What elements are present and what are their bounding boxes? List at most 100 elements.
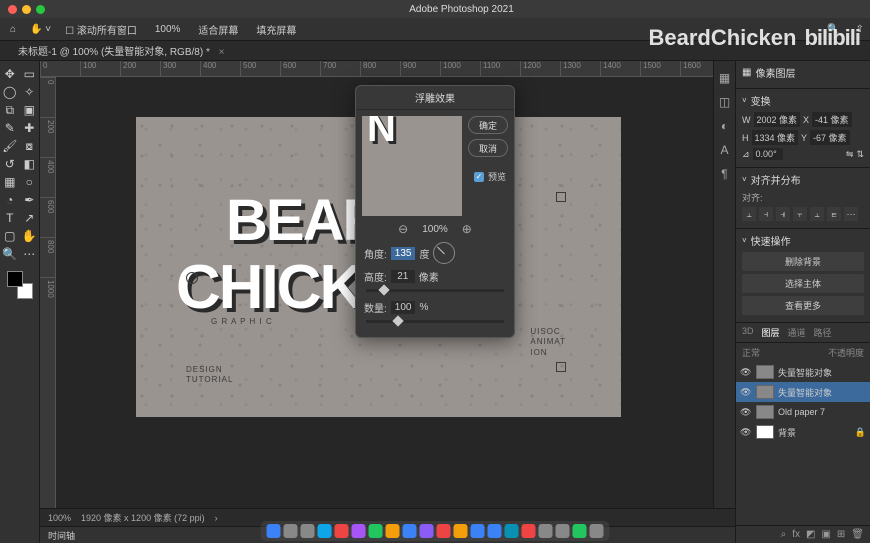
eraser-tool-icon[interactable]: ◧ [20, 155, 40, 173]
crop-tool-icon[interactable]: ⧉ [0, 101, 20, 119]
rotate-field[interactable]: 0.00° [753, 148, 783, 160]
zoom-in-icon[interactable]: ⊕ [462, 222, 472, 236]
dock-app-icon[interactable] [335, 524, 349, 538]
search-icon[interactable]: 🔍 [827, 24, 839, 35]
dock-app-icon[interactable] [420, 524, 434, 538]
shape-tool-icon[interactable]: ▢ [0, 227, 20, 245]
layer-mask-icon[interactable]: ◩ [806, 529, 815, 540]
collapse-icon[interactable]: ˅ [742, 96, 747, 105]
brush-tool-icon[interactable]: 🖌 [0, 137, 20, 155]
paragraph-panel-icon[interactable]: ¶ [721, 167, 727, 181]
fit-screen-button[interactable]: 适合屏幕 [194, 22, 242, 37]
collapse-icon[interactable]: ˅ [742, 236, 747, 245]
visibility-icon[interactable]: 👁 [740, 427, 752, 438]
align-vcenter-icon[interactable]: ⫠ [810, 207, 824, 221]
remove-bg-button[interactable]: 删除背景 [742, 252, 864, 271]
layer-fx-icon[interactable]: fx [792, 529, 800, 540]
preview-checkbox[interactable]: ✓ 预览 [474, 170, 506, 183]
dock-app-icon[interactable] [471, 524, 485, 538]
zoom-status[interactable]: 100% [48, 513, 71, 523]
document-tab[interactable]: 未标题-1 @ 100% (失量智能对象, RGB/8) * × [10, 43, 232, 58]
layer-tab[interactable]: 路径 [814, 326, 832, 339]
align-left-icon[interactable]: ⫠ [742, 207, 756, 221]
color-swatches[interactable] [5, 271, 35, 299]
amount-input[interactable]: 100 [391, 301, 416, 314]
ruler-vertical[interactable]: 02004006008001000 [40, 77, 56, 508]
align-right-icon[interactable]: ⫣ [776, 207, 790, 221]
dock-app-icon[interactable] [369, 524, 383, 538]
layer-tab[interactable]: 图层 [762, 326, 780, 339]
path-tool-icon[interactable]: ↗ [20, 209, 40, 227]
layer-row[interactable]: 👁失量智能对象 [736, 362, 870, 382]
angle-input[interactable]: 135 [391, 247, 416, 260]
layer-row[interactable]: 👁失量智能对象 [736, 382, 870, 402]
stamp-tool-icon[interactable]: ⧇ [20, 137, 40, 155]
cancel-button[interactable]: 取消 [468, 139, 508, 157]
dock-app-icon[interactable] [284, 524, 298, 538]
layer-row[interactable]: 👁背景🔒 [736, 422, 870, 442]
fill-screen-button[interactable]: 填充屏幕 [252, 22, 300, 37]
new-group-icon[interactable]: ▣ [821, 529, 830, 540]
delete-layer-icon[interactable]: 🗑 [851, 529, 864, 540]
scroll-all-checkbox[interactable]: ☐ 滚动所有窗口 [61, 22, 141, 37]
ruler-horizontal[interactable]: 0100200300400500600700800900100011001200… [40, 61, 735, 77]
dock-app-icon[interactable] [590, 524, 604, 538]
amount-slider[interactable] [366, 320, 504, 323]
swatches-panel-icon[interactable]: ◫ [719, 95, 730, 109]
visibility-icon[interactable]: 👁 [740, 387, 752, 398]
collapse-icon[interactable]: ˅ [742, 175, 747, 184]
status-more-icon[interactable]: › [215, 513, 218, 523]
dock-app-icon[interactable] [301, 524, 315, 538]
adjustments-panel-icon[interactable]: ◐ [721, 119, 728, 133]
visibility-icon[interactable]: 👁 [740, 407, 752, 418]
type-panel-icon[interactable]: A [720, 143, 728, 157]
color-panel-icon[interactable]: ▦ [719, 71, 730, 85]
blur-tool-icon[interactable]: ○ [20, 173, 40, 191]
dock-app-icon[interactable] [437, 524, 451, 538]
frame-tool-icon[interactable]: ▣ [20, 101, 40, 119]
dock-app-icon[interactable] [573, 524, 587, 538]
edit-toolbar-icon[interactable]: ⋯ [20, 245, 40, 263]
zoom-value[interactable]: 100% [151, 24, 185, 35]
dock-app-icon[interactable] [403, 524, 417, 538]
y-field[interactable]: -67 像素 [810, 130, 850, 145]
type-tool-icon[interactable]: T [0, 209, 20, 227]
align-bottom-icon[interactable]: ⫢ [827, 207, 841, 221]
dock-app-icon[interactable] [522, 524, 536, 538]
view-more-button[interactable]: 查看更多 [742, 296, 864, 315]
dock-app-icon[interactable] [267, 524, 281, 538]
move-tool-icon[interactable]: ✥ [0, 65, 20, 83]
height-input[interactable]: 21 [391, 270, 415, 283]
x-field[interactable]: -41 像素 [812, 112, 852, 127]
gradient-tool-icon[interactable]: ▦ [0, 173, 20, 191]
height-slider[interactable] [366, 289, 504, 292]
dock-app-icon[interactable] [386, 524, 400, 538]
eyedropper-tool-icon[interactable]: ✎ [0, 119, 20, 137]
select-subject-button[interactable]: 选择主体 [742, 274, 864, 293]
blend-mode-select[interactable]: 正常 [742, 346, 760, 359]
home-icon[interactable]: ⌂ [6, 22, 20, 36]
layer-tab[interactable]: 3D [742, 326, 754, 339]
hand-tool-icon[interactable]: ✋ ˅ [30, 24, 51, 35]
heal-tool-icon[interactable]: ✚ [20, 119, 40, 137]
align-top-icon[interactable]: ⫟ [793, 207, 807, 221]
align-hcenter-icon[interactable]: ⫞ [759, 207, 773, 221]
visibility-icon[interactable]: 👁 [740, 367, 752, 378]
angle-dial[interactable] [433, 242, 455, 264]
dodge-tool-icon[interactable]: ◔ [0, 191, 20, 209]
artboard-tool-icon[interactable]: ▭ [20, 65, 40, 83]
ok-button[interactable]: 确定 [468, 116, 508, 134]
zoom-out-icon[interactable]: ⊖ [398, 222, 408, 236]
layer-row[interactable]: 👁Old paper 7 [736, 402, 870, 422]
height-field[interactable]: 1334 像素 [752, 130, 799, 145]
dock-app-icon[interactable] [318, 524, 332, 538]
align-more-icon[interactable]: ⋯ [844, 207, 858, 221]
dock-app-icon[interactable] [505, 524, 519, 538]
dock-app-icon[interactable] [454, 524, 468, 538]
flip-h-icon[interactable]: ⇋ [846, 149, 854, 160]
maximize-window-icon[interactable] [36, 5, 45, 14]
wand-tool-icon[interactable]: ✧ [20, 83, 40, 101]
flip-v-icon[interactable]: ⇅ [856, 149, 864, 160]
pen-tool-icon[interactable]: ✒ [20, 191, 40, 209]
width-field[interactable]: 2002 像素 [754, 112, 801, 127]
